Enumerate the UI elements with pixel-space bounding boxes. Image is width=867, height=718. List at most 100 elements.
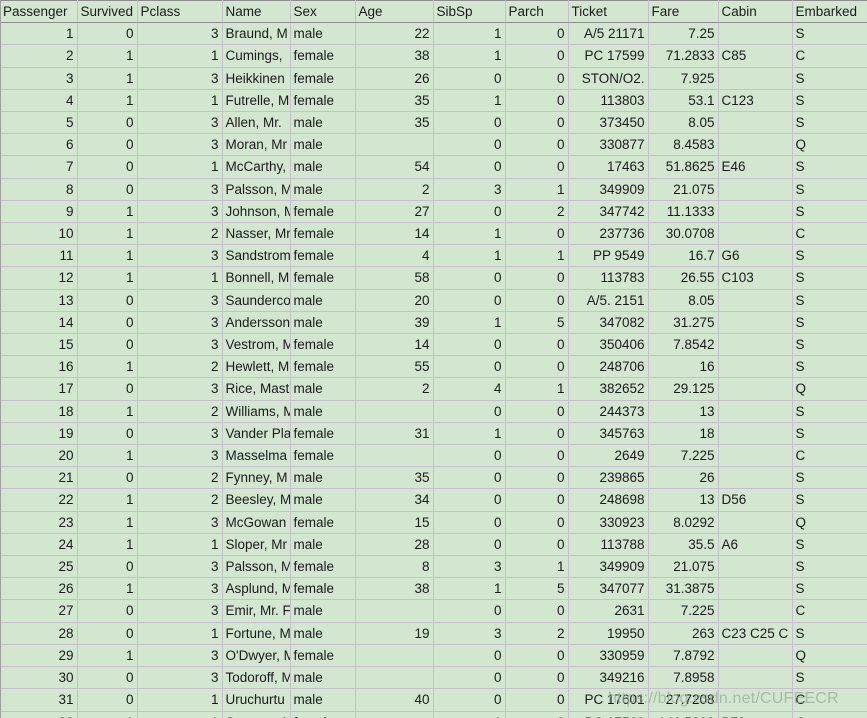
cell-parch[interactable]: 0 [505,711,569,718]
cell-pclass[interactable]: 3 [137,311,223,335]
cell-age[interactable]: 22 [355,22,434,46]
cell-pclass[interactable]: 3 [137,444,223,468]
cell-fare[interactable]: 16 [648,355,719,379]
cell-name[interactable]: Fortune, M [222,622,291,645]
cell-parch[interactable]: 0 [505,289,569,312]
cell-parch[interactable]: 0 [505,89,569,113]
cell-age[interactable] [355,400,434,423]
cell-cabin[interactable]: C123 [718,89,793,113]
cell-age[interactable]: 38 [355,577,434,601]
table-row[interactable]: 18 1 2 Williams, Mmale 0 0 244373 13 S [0,400,867,423]
cell-name[interactable]: Sloper, Mr [222,533,291,557]
cell-fare[interactable]: 51.8625 [648,155,719,179]
cell-sibsp[interactable]: 0 [433,466,506,490]
cell-sibsp[interactable]: 0 [433,355,506,379]
cell-age[interactable]: 54 [355,155,434,179]
cell-pclass[interactable]: 3 [137,599,223,623]
cell-sibsp[interactable]: 0 [433,111,506,135]
cell-name[interactable]: Andersson [222,311,291,335]
cell-ticket[interactable]: PC 17599 [568,44,649,68]
cell-passengerid[interactable]: 25 [0,555,78,579]
column-header-name[interactable]: Name [222,0,291,24]
cell-cabin[interactable] [718,333,793,357]
cell-passengerid[interactable]: 20 [0,444,78,468]
cell-ticket[interactable]: PP 9549 [568,244,649,268]
cell-ticket[interactable]: 248698 [568,488,649,512]
cell-fare[interactable]: 26 [648,466,719,490]
cell-parch[interactable]: 0 [505,444,569,468]
cell-sex[interactable]: female [290,444,356,468]
cell-fare[interactable]: 8.05 [648,111,719,135]
cell-sex[interactable]: female [290,511,356,534]
cell-pclass[interactable]: 3 [137,244,223,268]
cell-sex[interactable]: male [290,22,356,46]
cell-parch[interactable]: 0 [505,111,569,135]
cell-fare[interactable]: 16.7 [648,244,719,268]
cell-passengerid[interactable]: 12 [0,266,78,290]
cell-parch[interactable]: 1 [505,244,569,268]
table-row[interactable]: 19 0 3 Vander Pla female 31 1 0 345763 18 S [0,422,867,446]
cell-name[interactable]: Johnson, M [222,200,291,224]
table-row[interactable]: 20 1 3 Masselma female 0 0 2649 7.225 C [0,444,867,468]
cell-passengerid[interactable]: 29 [0,644,78,668]
cell-sex[interactable]: male [290,111,356,135]
cell-age[interactable] [355,133,434,157]
cell-passengerid[interactable]: 28 [0,622,78,645]
table-row[interactable]: 21 0 2 Fynney, Mmale 35 0 0 239865 26 S [0,466,867,490]
cell-embarked[interactable]: S [792,111,867,135]
cell-age[interactable]: 35 [355,89,434,113]
cell-cabin[interactable] [718,599,793,623]
cell-name[interactable]: Heikkinen [222,67,291,90]
cell-cabin[interactable] [718,666,793,690]
cell-sibsp[interactable]: 1 [433,711,506,718]
cell-cabin[interactable] [718,422,793,446]
cell-age[interactable] [355,711,434,718]
cell-ticket[interactable]: 2649 [568,444,649,468]
cell-parch[interactable]: 0 [505,511,569,534]
cell-embarked[interactable]: Q [792,511,867,534]
table-row[interactable]: 22 1 2 Beesley, Mmale 34 0 0 248698 13 D56 S [0,488,867,512]
table-row[interactable]: 14 0 3 Andersson male 39 1 5 347082 31.275 S [0,311,867,335]
column-header-survived[interactable]: Survived [77,0,138,24]
cell-cabin[interactable] [718,178,793,201]
cell-ticket[interactable]: 350406 [568,333,649,357]
cell-pclass[interactable]: 3 [137,200,223,224]
cell-passengerid[interactable]: 4 [0,89,78,113]
cell-survived[interactable]: 0 [77,466,138,490]
cell-name[interactable]: Hewlett, M [222,355,291,379]
cell-passengerid[interactable]: 19 [0,422,78,446]
cell-survived[interactable]: 0 [77,688,138,712]
cell-fare[interactable]: 71.2833 [648,44,719,68]
cell-embarked[interactable]: Q [792,644,867,668]
cell-cabin[interactable] [718,444,793,468]
cell-cabin[interactable] [718,200,793,224]
cell-survived[interactable]: 1 [77,222,138,246]
cell-sex[interactable]: female [290,89,356,113]
cell-embarked[interactable]: C [792,222,867,246]
cell-sex[interactable]: male [290,666,356,690]
cell-age[interactable]: 20 [355,289,434,312]
cell-embarked[interactable]: S [792,533,867,557]
cell-pclass[interactable]: 2 [137,488,223,512]
table-row[interactable]: 6 0 3 Moran, Mr male 0 0 330877 8.4583 Q [0,133,867,157]
cell-age[interactable]: 26 [355,67,434,90]
cell-sibsp[interactable]: 0 [433,289,506,312]
cell-age[interactable]: 34 [355,488,434,512]
cell-age[interactable] [355,444,434,468]
cell-name[interactable]: Palsson, M [222,178,291,201]
table-row[interactable]: 27 0 3 Emir, Mr. Fmale 0 0 2631 7.225 C [0,599,867,623]
cell-sex[interactable]: female [290,244,356,268]
cell-cabin[interactable]: C23 C25 C [718,622,793,645]
cell-passengerid[interactable]: 24 [0,533,78,557]
cell-survived[interactable]: 0 [77,377,138,401]
cell-sibsp[interactable]: 0 [433,266,506,290]
cell-cabin[interactable] [718,111,793,135]
cell-name[interactable]: Sandstrom [222,244,291,268]
cell-sex[interactable]: male [290,311,356,335]
cell-cabin[interactable] [718,355,793,379]
table-row[interactable]: 8 0 3 Palsson, Mmale 2 3 1 349909 21.075 S [0,178,867,201]
cell-pclass[interactable]: 2 [137,400,223,423]
cell-name[interactable]: Braund, M [222,22,291,46]
cell-pclass[interactable]: 3 [137,289,223,312]
cell-age[interactable]: 58 [355,266,434,290]
